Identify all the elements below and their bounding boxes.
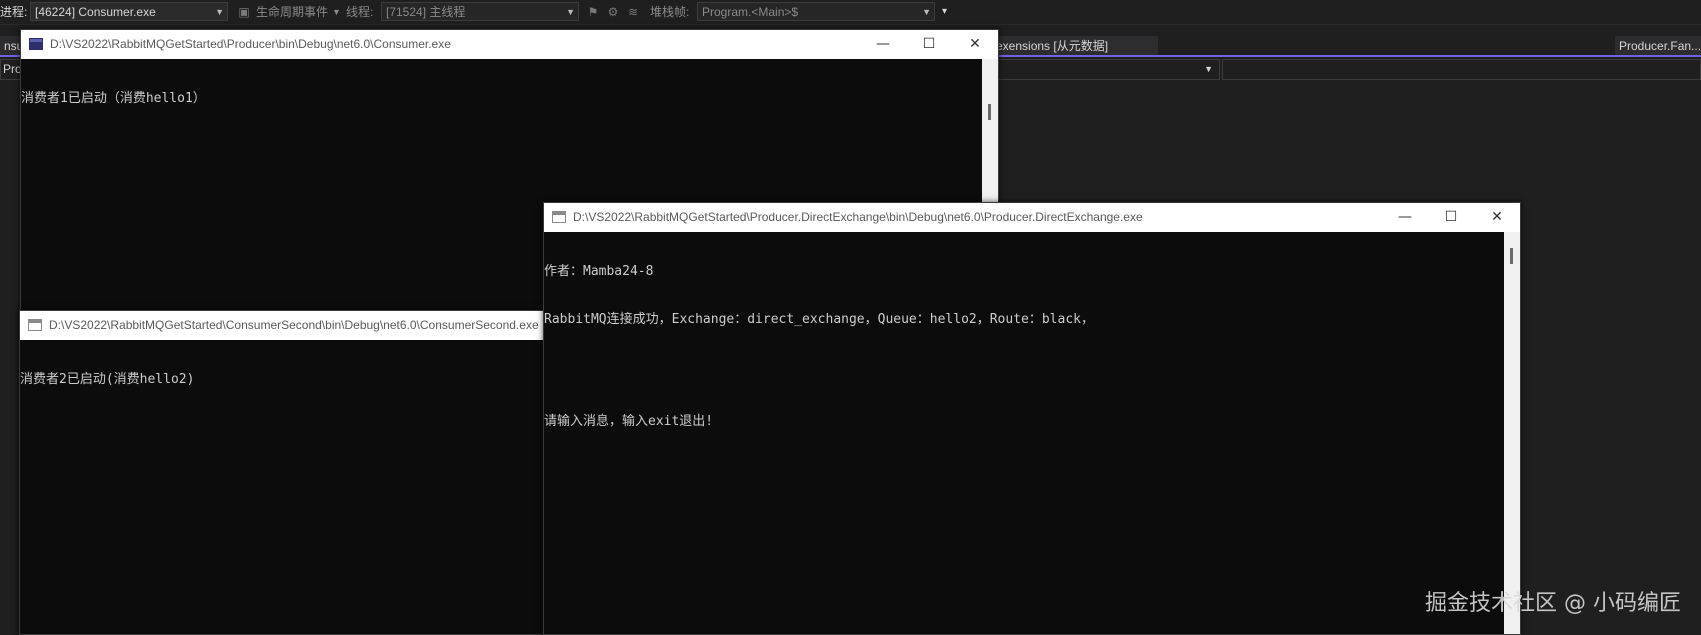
chevron-down-icon: ▼ (1204, 64, 1213, 74)
maximize-button[interactable]: ☐ (906, 30, 952, 59)
console-app-icon (29, 38, 43, 50)
watermark: 掘金技术社区 @ 小码编匠 (1425, 591, 1681, 616)
console-app-icon (28, 319, 42, 331)
process-value: [46224] Consumer.exe (35, 5, 156, 19)
vertical-scrollbar[interactable] (1504, 232, 1520, 634)
window-title: D:\VS2022\RabbitMQGetStarted\Producer\bi… (50, 37, 451, 51)
stack-frame-value: Program.<Main>$ (702, 5, 799, 19)
stack-frame-label: 堆栈帧: (650, 5, 690, 19)
tab-producer-fan[interactable]: Producer.Fan... (1615, 36, 1701, 56)
flag-icon[interactable]: ⚑ (586, 5, 600, 19)
process-dropdown[interactable]: [46224] Consumer.exe ▼ (30, 2, 228, 21)
process-label: 进程: (0, 5, 28, 19)
console-window-consumer-second[interactable]: D:\VS2022\RabbitMQGetStarted\ConsumerSec… (19, 310, 569, 635)
chevron-down-icon: ▼ (332, 7, 341, 17)
console-line: 消费者1已启动（消费hello1） (21, 91, 206, 106)
type-dropdown[interactable]: ▼ (998, 59, 1220, 80)
thread-dropdown[interactable]: [71524] 主线程 ▼ (381, 2, 579, 21)
minimize-button[interactable]: — (860, 30, 906, 59)
member-dropdown[interactable] (1222, 59, 1701, 80)
close-button[interactable]: ✕ (1474, 203, 1520, 232)
tab-consumer[interactable]: nsu (0, 36, 22, 56)
chevron-down-icon: ▼ (215, 7, 224, 17)
close-button[interactable]: ✕ (952, 30, 998, 59)
titlebar[interactable]: D:\VS2022\RabbitMQGetStarted\Producer\bi… (21, 30, 998, 59)
debug-toolbar: 进程: [46224] Consumer.exe ▼ ▣ 生命周期事件 ▼ 线程… (0, 0, 1701, 25)
project-dropdown[interactable]: Pro (0, 59, 22, 80)
stack-frame-dropdown[interactable]: Program.<Main>$ ▼ (697, 2, 935, 21)
chevron-down-icon: ▼ (922, 7, 931, 17)
filter-thread-icon[interactable]: ⚙ (606, 5, 620, 19)
tab-extensions[interactable]: exensions [从元数据] (992, 36, 1158, 56)
maximize-button[interactable]: ☐ (1428, 203, 1474, 232)
toolbar-overflow-icon[interactable]: ▾ (942, 0, 947, 24)
scroll-thumb[interactable] (1510, 248, 1513, 264)
thread-value: [71524] 主线程 (386, 5, 466, 19)
titlebar[interactable]: D:\VS2022\RabbitMQGetStarted\ConsumerSec… (20, 311, 568, 340)
titlebar[interactable]: D:\VS2022\RabbitMQGetStarted\Producer.Di… (544, 203, 1520, 232)
console-line: 请输入消息，输入exit退出! (544, 414, 714, 429)
console-line: 消费者2已启动(消费hello2) (20, 372, 195, 387)
console-output: 作者：Mamba24-8 RabbitMQ连接成功，Exchange：direc… (544, 232, 1520, 634)
scroll-thumb[interactable] (988, 104, 991, 120)
console-output: 消费者2已启动(消费hello2) (20, 340, 568, 634)
lifecycle-events-label[interactable]: 生命周期事件 (256, 0, 328, 24)
thread-label: 线程: (346, 5, 374, 19)
console-app-icon (552, 211, 566, 223)
stack-icon[interactable]: ≋ (626, 5, 640, 19)
window-title: D:\VS2022\RabbitMQGetStarted\Producer.Di… (573, 210, 1143, 224)
lifecycle-icon[interactable]: ▣ (237, 5, 251, 19)
console-window-producer[interactable]: D:\VS2022\RabbitMQGetStarted\Producer.Di… (543, 202, 1521, 635)
chevron-down-icon: ▼ (566, 7, 575, 17)
window-title: D:\VS2022\RabbitMQGetStarted\ConsumerSec… (49, 318, 539, 332)
console-line: RabbitMQ连接成功，Exchange：direct_exchange，Qu… (544, 312, 1094, 327)
console-line: 作者：Mamba24-8 (544, 264, 654, 279)
minimize-button[interactable]: — (1382, 203, 1428, 232)
